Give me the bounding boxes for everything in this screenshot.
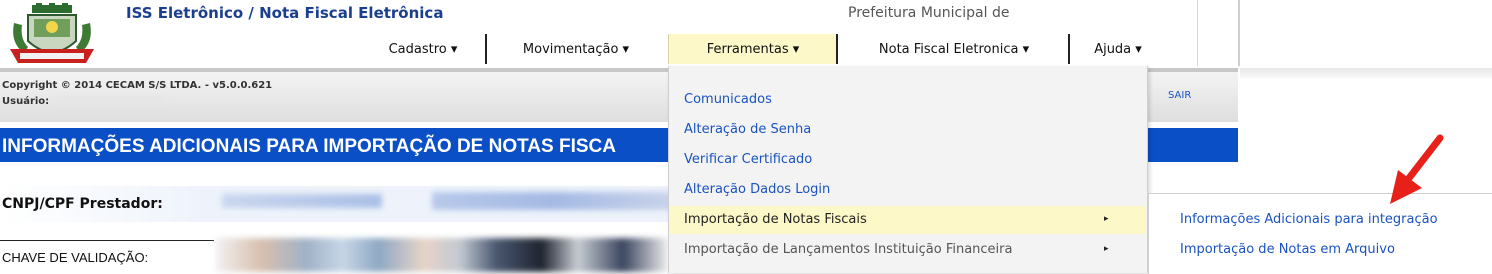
annotation-arrow-icon bbox=[1384, 134, 1446, 208]
cnpj-label: CNPJ/CPF Prestador: bbox=[2, 196, 163, 212]
submenu-item-importacao-arquivo[interactable]: Importação de Notas em Arquivo bbox=[1180, 242, 1395, 257]
divider bbox=[0, 240, 214, 241]
dropdown-item-importacao-lancamentos[interactable]: Importação de Lançamentos Instituição Fi… bbox=[684, 242, 1012, 257]
copyright-text: Copyright © 2014 CECAM S/S LTDA. - v5.0.… bbox=[2, 80, 273, 91]
redacted-username bbox=[56, 96, 166, 106]
menu-nota-fiscal-eletronica[interactable]: Nota Fiscal Eletronica ▾ bbox=[852, 34, 1056, 64]
municipality-name: Prefeitura Municipal de bbox=[848, 5, 1010, 21]
info-bar-edge bbox=[1240, 68, 1492, 78]
submenu-arrow-icon: ▸ bbox=[1104, 214, 1109, 224]
page-title: INFORMAÇÕES ADICIONAIS PARA IMPORTAÇÃO D… bbox=[2, 136, 616, 157]
divider bbox=[1197, 0, 1198, 66]
redacted-validation-key bbox=[216, 238, 668, 272]
menu-separator bbox=[1068, 34, 1070, 64]
municipal-crest-logo bbox=[6, 3, 98, 69]
dropdown-item-alteracao-dados-login[interactable]: Alteração Dados Login bbox=[684, 182, 830, 197]
logout-link[interactable]: SAIR bbox=[1168, 90, 1191, 101]
validation-key-label: CHAVE DE VALIDAÇÃO: bbox=[2, 250, 149, 265]
menu-cadastro[interactable]: Cadastro ▾ bbox=[366, 34, 480, 64]
submenu-item-informacoes-adicionais[interactable]: Informações Adicionais para integração bbox=[1180, 212, 1438, 227]
menu-ajuda[interactable]: Ajuda ▾ bbox=[1080, 34, 1156, 64]
submenu-arrow-icon: ▸ bbox=[1104, 244, 1109, 254]
menu-movimentacao[interactable]: Movimentação ▾ bbox=[500, 34, 652, 64]
redacted-cnpj-value bbox=[222, 194, 382, 208]
app-title: ISS Eletrônico / Nota Fiscal Eletrônica bbox=[126, 4, 444, 22]
redacted-area bbox=[1020, 0, 1200, 24]
divider bbox=[1238, 0, 1240, 66]
dropdown-item-comunicados[interactable]: Comunicados bbox=[684, 92, 772, 107]
menu-separator bbox=[836, 34, 838, 64]
redacted-name-value bbox=[432, 192, 672, 210]
dropdown-item-alteracao-senha[interactable]: Alteração de Senha bbox=[684, 122, 811, 137]
dropdown-item-importacao-notas-fiscais[interactable]: Importação de Notas Fiscais bbox=[684, 212, 867, 227]
menu-ferramentas[interactable]: Ferramentas ▾ bbox=[668, 34, 838, 64]
dropdown-item-verificar-certificado[interactable]: Verificar Certificado bbox=[684, 152, 812, 167]
user-label: Usuário: bbox=[2, 96, 50, 107]
menu-separator bbox=[485, 34, 487, 64]
